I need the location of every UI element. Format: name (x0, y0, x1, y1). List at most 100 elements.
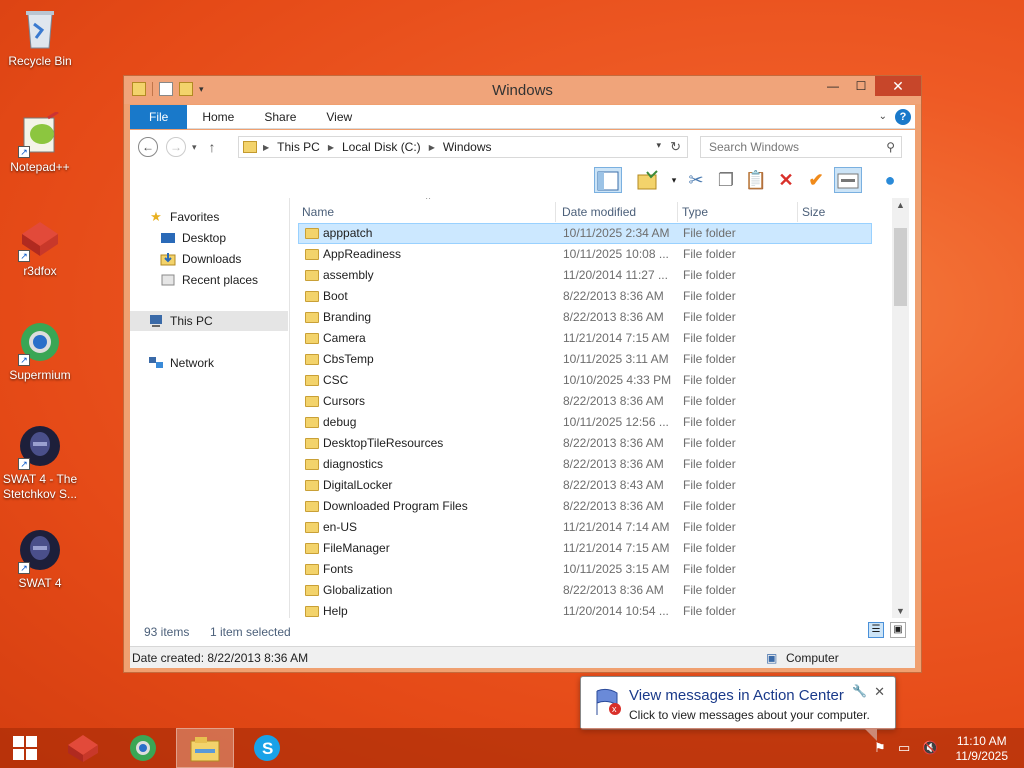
table-row[interactable]: Help 11/20/2014 10:54 ... File folder (298, 601, 872, 618)
paste-icon[interactable]: 📋 (742, 167, 770, 193)
table-row[interactable]: assembly 11/20/2014 11:27 ... File folder (298, 265, 872, 286)
scroll-thumb[interactable] (894, 228, 907, 306)
file-type: File folder (683, 562, 736, 576)
desktop-icon-swat4-stetchkov[interactable]: ↗ SWAT 4 - The Stetchkov S... (0, 424, 80, 502)
breadcrumb-windows[interactable]: Windows (443, 140, 492, 154)
nav-item-downloads[interactable]: Downloads (160, 249, 241, 269)
breadcrumb-separator-icon[interactable]: ▶ (263, 143, 269, 152)
taskbar-supermium-icon[interactable] (114, 728, 172, 768)
action-center-notification[interactable]: x View messages in Action Center Click t… (580, 676, 896, 741)
table-row[interactable]: CSC 10/10/2025 4:33 PM File folder (298, 370, 872, 391)
preview-pane-icon[interactable] (834, 167, 862, 193)
settings-wrench-icon[interactable]: 🔧 (852, 684, 867, 698)
table-row[interactable]: Fonts 10/11/2025 3:15 AM File folder (298, 559, 872, 580)
column-header-date-modified[interactable]: Date modified (558, 202, 678, 222)
minimize-button[interactable]: — (819, 76, 847, 96)
folder-icon (305, 438, 319, 449)
maximize-button[interactable]: ☐ (847, 76, 875, 96)
file-date-modified: 10/11/2025 3:15 AM (563, 562, 670, 576)
nav-item-desktop[interactable]: Desktop (160, 228, 226, 248)
table-row[interactable]: Camera 11/21/2014 7:15 AM File folder (298, 328, 872, 349)
tab-home[interactable]: Home (187, 105, 249, 129)
breadcrumb-separator-icon[interactable]: ▶ (328, 143, 334, 152)
breadcrumb-this-pc[interactable]: This PC (277, 140, 320, 154)
desktop-icon-r3dfox[interactable]: ↗ r3dfox (0, 216, 80, 279)
file-date-modified: 8/22/2013 8:36 AM (563, 436, 664, 450)
table-row[interactable]: Downloaded Program Files 8/22/2013 8:36 A… (298, 496, 872, 517)
table-row[interactable]: Branding 8/22/2013 8:36 AM File folder (298, 307, 872, 328)
rename-check-icon[interactable]: ✔ (802, 167, 830, 193)
recent-locations-chevron-icon[interactable]: ▾ (192, 142, 197, 153)
nav-label: Downloads (182, 252, 242, 266)
table-row[interactable]: FileManager 11/21/2014 7:15 AM File folder (298, 538, 872, 559)
shortcut-arrow-icon: ↗ (18, 354, 30, 366)
table-row[interactable]: en-US 11/21/2014 7:14 AM File folder (298, 517, 872, 538)
scroll-up-arrow-icon[interactable]: ▲ (892, 200, 909, 210)
search-input[interactable]: Search Windows ⚲ (700, 136, 902, 158)
close-notification-icon[interactable]: ✕ (874, 684, 885, 700)
action-center-tray-icon[interactable]: ⚑ (874, 740, 886, 756)
table-row[interactable]: diagnostics 8/22/2013 8:36 AM File folder (298, 454, 872, 475)
tab-share[interactable]: Share (249, 105, 311, 129)
desktop-icon-recycle-bin[interactable]: Recycle Bin (0, 6, 80, 69)
breadcrumb-local-disk[interactable]: Local Disk (C:) (342, 140, 421, 154)
table-row[interactable]: CbsTemp 10/11/2025 3:11 AM File folder (298, 349, 872, 370)
file-type: File folder (683, 583, 736, 597)
delete-icon[interactable]: ✕ (772, 167, 800, 193)
column-header-size[interactable]: Size (798, 202, 874, 222)
navigation-pane-icon[interactable] (594, 167, 622, 193)
table-row[interactable]: DigitalLocker 8/22/2013 8:43 AM File folde… (298, 475, 872, 496)
table-row[interactable]: Globalization 8/22/2013 8:36 AM File folde… (298, 580, 872, 601)
tab-view[interactable]: View (311, 105, 367, 129)
content-area: ★ Favorites Desktop Downloads Recent pla… (130, 198, 915, 618)
folder-options-icon[interactable] (634, 167, 662, 193)
address-dropdown-chevron-icon[interactable]: ▾ (656, 140, 661, 151)
table-row[interactable]: AppReadiness 10/11/2025 10:08 ... File fol… (298, 244, 872, 265)
nav-item-network[interactable]: Network (148, 353, 214, 373)
nav-item-favorites[interactable]: ★ Favorites (148, 207, 219, 227)
taskbar-skype-icon[interactable]: S (238, 728, 296, 768)
vertical-scrollbar[interactable]: ▲ ▼ (892, 198, 909, 618)
address-box[interactable]: ▶ This PC ▶ Local Disk (C:) ▶ Windows ▾ … (238, 136, 688, 158)
cut-icon[interactable]: ✂ (682, 167, 710, 193)
search-placeholder: Search Windows (709, 140, 800, 154)
large-icons-view-button[interactable]: ▣ (890, 622, 906, 638)
scroll-down-arrow-icon[interactable]: ▼ (892, 606, 909, 616)
nav-item-recent-places[interactable]: Recent places (160, 270, 258, 290)
table-row[interactable]: DesktopTileResources 8/22/2013 8:36 AM Fil… (298, 433, 872, 454)
back-button[interactable]: ← (138, 137, 158, 157)
system-clock[interactable]: 11:10 AM 11/9/2025 (956, 734, 1009, 764)
title-bar[interactable]: ▾ Windows — ☐ ✕ (124, 76, 921, 104)
taskbar-r3dfox-icon[interactable] (54, 728, 112, 768)
refresh-icon[interactable]: ↻ (670, 139, 681, 155)
copy-icon[interactable]: ❐ (712, 167, 740, 193)
desktop-icon-supermium[interactable]: ↗ Supermium (0, 320, 80, 383)
close-button[interactable]: ✕ (875, 76, 921, 96)
details-view-button[interactable]: ☰ (868, 622, 884, 638)
file-name: assembly (323, 268, 374, 282)
file-name: Boot (323, 289, 348, 303)
tab-file[interactable]: File (130, 104, 188, 129)
start-button[interactable] (0, 728, 50, 768)
help-icon[interactable]: ? (895, 108, 911, 125)
taskbar-file-explorer-icon[interactable] (176, 728, 234, 768)
column-header-type[interactable]: Type (678, 202, 798, 222)
table-row[interactable]: Cursors 8/22/2013 8:36 AM File folder (298, 391, 872, 412)
volume-muted-tray-icon[interactable]: 🔇 (922, 740, 938, 756)
table-row[interactable]: apppatch 10/11/2025 2:34 AM File folder (298, 223, 872, 244)
nav-item-this-pc[interactable]: This PC (130, 311, 288, 331)
column-header-name[interactable]: Name (298, 202, 556, 222)
network-tray-icon[interactable]: ▭ (898, 740, 910, 756)
chat-bubble-icon[interactable]: ● (876, 167, 904, 193)
folder-icon (243, 141, 257, 153)
table-row[interactable]: debug 10/11/2025 12:56 ... File folder (298, 412, 872, 433)
forward-button[interactable]: → (166, 137, 186, 157)
up-button[interactable]: ↑ (209, 139, 216, 155)
file-type: File folder (683, 226, 736, 240)
table-row[interactable]: Boot 8/22/2013 8:36 AM File folder (298, 286, 872, 307)
desktop-icon-swat4[interactable]: ↗ SWAT 4 (0, 528, 80, 591)
breadcrumb-separator-icon[interactable]: ▶ (429, 143, 435, 152)
desktop-icon-notepad-plus-plus[interactable]: ↗ Notepad++ (0, 110, 80, 175)
expand-ribbon-chevron-icon[interactable]: ⌄ (879, 111, 887, 122)
folder-icon (305, 606, 319, 617)
